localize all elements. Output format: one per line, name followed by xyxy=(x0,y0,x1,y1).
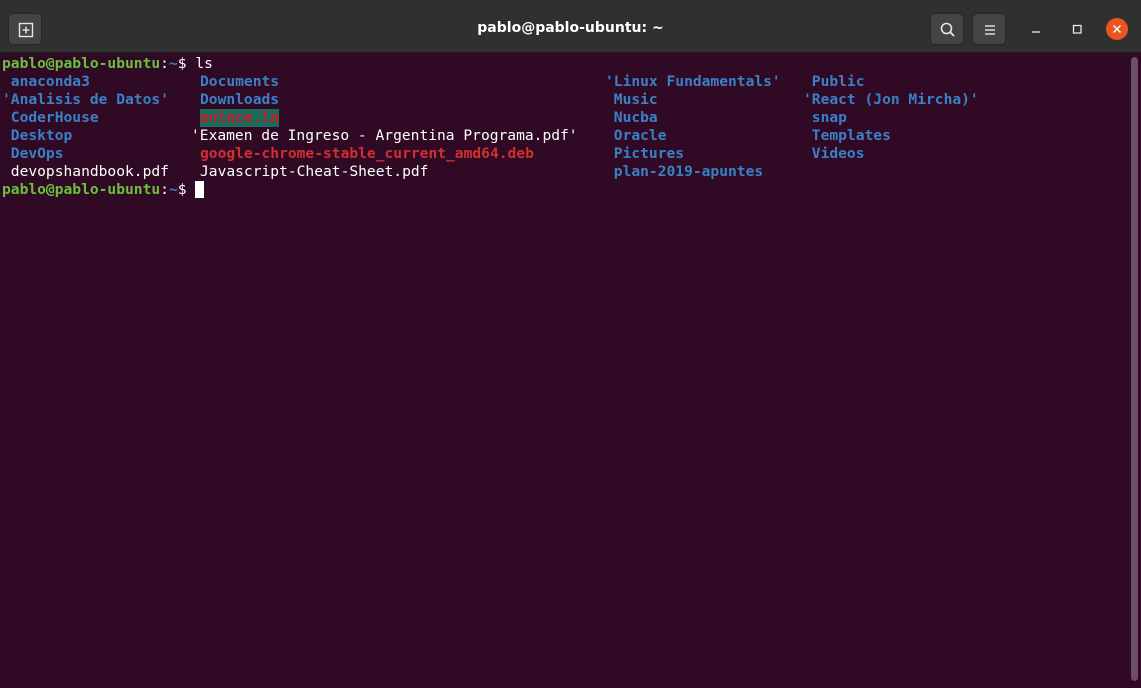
text-cursor xyxy=(195,181,205,198)
list-item: Nucba xyxy=(605,109,658,126)
minimize-button[interactable] xyxy=(1025,18,1047,40)
list-item: Oracle xyxy=(605,127,667,144)
prompt-separator: : xyxy=(160,55,169,72)
terminal-output[interactable]: pablo@pablo-ubuntu:~$ ls anaconda3 'Anal… xyxy=(0,53,1128,688)
scrollbar-thumb[interactable] xyxy=(1131,57,1138,681)
prompt-line: pablo@pablo-ubuntu:~$ xyxy=(2,181,205,199)
list-item: Public xyxy=(803,73,865,90)
prompt-path: ~ xyxy=(168,55,178,72)
list-item: Templates xyxy=(803,127,891,144)
list-item: Music xyxy=(605,91,658,108)
list-item: google-chrome-stable_current_amd64.deb xyxy=(200,145,534,162)
prompt-user: pablo@pablo-ubuntu xyxy=(2,181,161,198)
list-item: anaconda3 xyxy=(2,73,90,90)
new-tab-button[interactable] xyxy=(8,13,42,45)
prompt-separator: : xyxy=(160,181,169,198)
maximize-button[interactable] xyxy=(1066,18,1088,40)
list-item: snap xyxy=(803,109,847,126)
prompt-user: pablo@pablo-ubuntu xyxy=(2,55,161,72)
list-item: 'React (Jon Mircha)' xyxy=(803,91,979,108)
prompt-path: ~ xyxy=(168,181,178,198)
hamburger-menu-icon xyxy=(985,25,995,35)
prompt-dollar: $ xyxy=(177,181,196,198)
list-item: devopshandbook.pdf xyxy=(2,163,169,180)
scrollbar[interactable] xyxy=(1128,53,1141,688)
list-item: 'Examen de Ingreso - Argentina Programa.… xyxy=(191,127,578,144)
close-icon xyxy=(1112,24,1122,34)
close-button[interactable] xyxy=(1106,18,1128,40)
list-item: Desktop xyxy=(2,127,73,144)
search-icon xyxy=(940,22,955,37)
new-tab-icon xyxy=(18,22,34,38)
list-item: Documents xyxy=(200,73,280,90)
list-item: plan-2019-apuntes xyxy=(605,163,764,180)
list-item: Videos xyxy=(803,145,865,162)
window-title: pablo@pablo-ubuntu: ~ xyxy=(477,20,664,36)
command-text: ls xyxy=(195,55,213,72)
list-item: 'Analisis de Datos' xyxy=(2,91,169,108)
minimize-icon xyxy=(1032,31,1040,33)
list-item: CoderHouse xyxy=(2,109,99,126)
list-item: Downloads xyxy=(200,91,280,108)
list-item: Pictures xyxy=(605,145,685,162)
prompt-line: pablo@pablo-ubuntu:~$ ls xyxy=(2,55,213,73)
title-bar[interactable]: pablo@pablo-ubuntu: ~ xyxy=(0,0,1141,53)
list-item: Javascript-Cheat-Sheet.pdf xyxy=(200,163,429,180)
list-item: 'Linux Fundamentals' xyxy=(605,73,781,90)
search-button[interactable] xyxy=(930,13,964,45)
prompt-dollar: $ xyxy=(177,55,196,72)
terminal-window: pablo@pablo-ubuntu: ~ pablo@pablo-ubuntu… xyxy=(0,0,1141,688)
maximize-icon xyxy=(1072,24,1082,34)
list-item: DevOps xyxy=(2,145,64,162)
list-item: enlace.ln xyxy=(200,109,280,127)
menu-button[interactable] xyxy=(972,13,1006,45)
